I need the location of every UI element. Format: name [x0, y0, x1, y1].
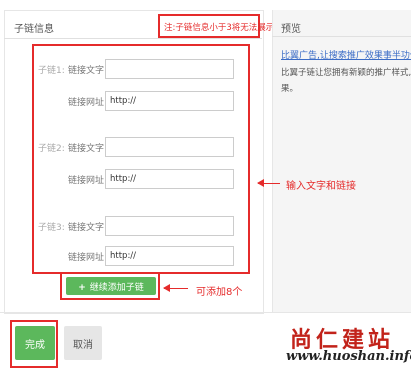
sublink-3-text-label: 链接文字: — [68, 223, 108, 233]
sublink-3-text-row: 子链3: 链接文字: — [38, 216, 238, 236]
input-hint-arrow-icon — [257, 179, 280, 187]
sublink-3-label: 子链3: — [38, 223, 65, 233]
sublink-2-text-input[interactable] — [105, 137, 234, 157]
watermark-url: www.huoshan.info — [286, 349, 411, 364]
sublink-1-url-label: 链接网址: — [68, 98, 108, 108]
sublink-2-text-row: 子链2: 链接文字: — [38, 137, 238, 157]
sublink-3-text-input[interactable] — [105, 216, 234, 236]
sublink-1-url-input[interactable] — [105, 91, 234, 111]
preview-description-line2: 果。 — [281, 84, 299, 94]
cancel-button[interactable]: 取消 — [64, 326, 102, 360]
sublink-1-url-row: 链接网址: — [38, 91, 238, 111]
preview-description-line1: 比翼子链让您拥有新颖的推广样式,丰富 — [281, 68, 411, 78]
sublink-2-url-input[interactable] — [105, 169, 234, 189]
sublink-3-url-row: 链接网址: — [38, 246, 238, 266]
sublink-2-url-label: 链接网址: — [68, 176, 108, 186]
sublink-1-text-label: 链接文字: — [68, 66, 108, 76]
preview-divider — [272, 36, 411, 37]
section-divider — [4, 38, 262, 39]
sublink-2-text-label: 链接文字: — [68, 144, 108, 154]
sublinks-section-title: 子链信息 — [14, 24, 54, 35]
sublink-1-label: 子链1: — [38, 66, 65, 76]
sublink-1-text-input[interactable] — [105, 59, 234, 79]
sublink-2-url-row: 链接网址: — [38, 169, 238, 189]
sublink-3-url-label: 链接网址: — [68, 253, 108, 263]
warning-highlight-box: 注:子链信息小于3将无法展示 — [158, 14, 274, 38]
input-hint-annotation: 输入文字和链接 — [286, 181, 356, 192]
footer-divider — [0, 312, 411, 313]
add-hint-arrow-icon — [163, 284, 188, 292]
preview-panel: 预览 比翼广告,让搜索推广效果事半功倍 比翼子链让您拥有新颖的推广样式,丰富 果… — [272, 10, 411, 312]
sublink-2-label: 子链2: — [38, 144, 65, 154]
add-sublink-button-label: 继续添加子链 — [89, 282, 144, 293]
sublink-1-text-row: 子链1: 链接文字: — [38, 59, 238, 79]
sublink-minimum-warning: 注:子链信息小于3将无法展示 — [164, 23, 275, 33]
add-hint-annotation: 可添加8个 — [196, 287, 243, 298]
preview-title: 预览 — [281, 24, 301, 35]
preview-ad-link[interactable]: 比翼广告,让搜索推广效果事半功倍 — [281, 48, 411, 61]
done-button[interactable]: 完成 — [15, 326, 55, 360]
add-sublink-button[interactable]: + 继续添加子链 — [66, 277, 156, 295]
plus-icon: + — [78, 282, 86, 293]
sublink-3-url-input[interactable] — [105, 246, 234, 266]
